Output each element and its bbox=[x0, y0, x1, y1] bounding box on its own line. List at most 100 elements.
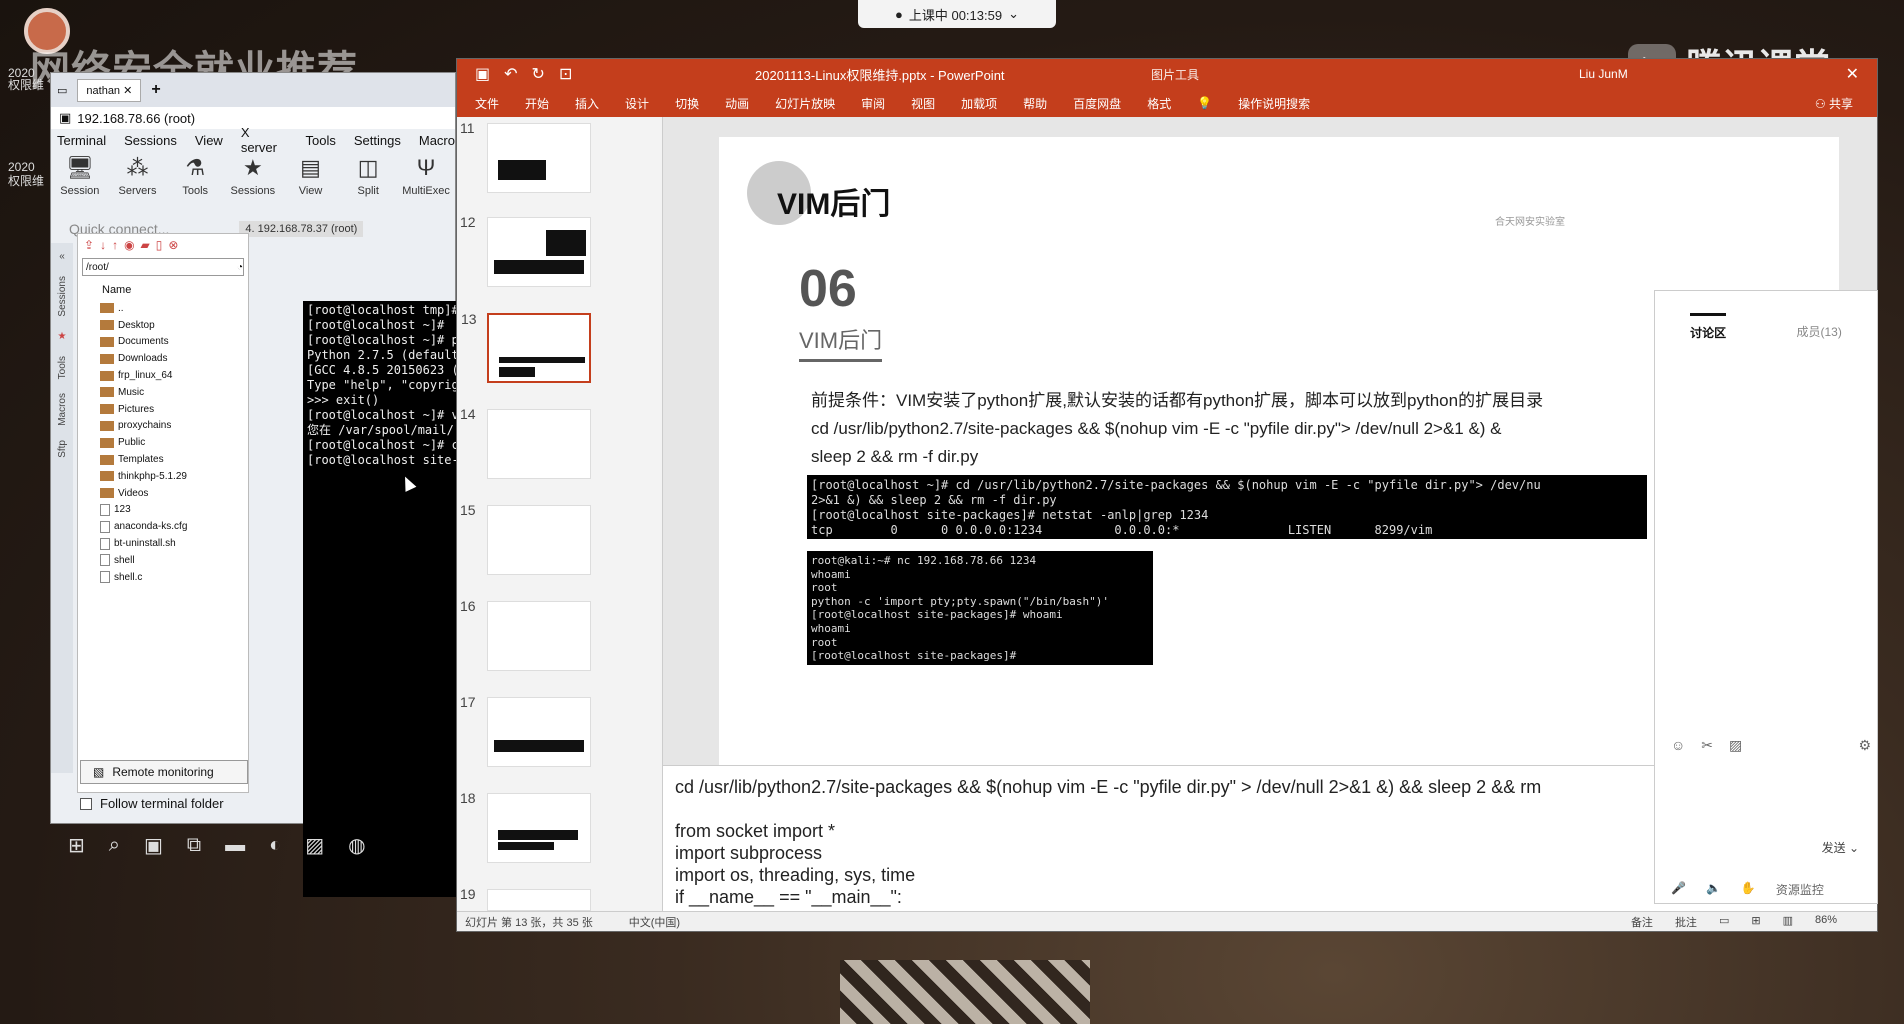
folder-icon[interactable]: ▬ bbox=[225, 834, 245, 857]
upload-icon[interactable]: ⇪ bbox=[84, 238, 94, 252]
servers-button[interactable]: ⁂ Servers bbox=[115, 155, 161, 213]
section-subtitle[interactable]: VIM后门 bbox=[799, 323, 883, 362]
microphone-icon[interactable]: 🎤 bbox=[1671, 881, 1686, 898]
ribbon-tab[interactable]: 格式 bbox=[1147, 95, 1171, 112]
ribbon-tab[interactable]: 切换 bbox=[675, 95, 699, 112]
menu-view[interactable]: View bbox=[195, 133, 223, 148]
sorter-view-icon[interactable]: ⊞ bbox=[1751, 914, 1760, 930]
hand-icon[interactable]: ✋ bbox=[1741, 881, 1756, 898]
menu-sessions[interactable]: Sessions bbox=[124, 133, 177, 148]
tell-me-search[interactable]: 操作说明搜索 bbox=[1238, 95, 1310, 112]
new-folder-icon[interactable]: ▰ bbox=[141, 238, 150, 252]
ribbon-tab[interactable]: 加载项 bbox=[961, 95, 997, 112]
delete-icon[interactable]: ⊗ bbox=[168, 238, 178, 252]
language-indicator[interactable]: 中文(中国) bbox=[629, 914, 680, 930]
menu-tools[interactable]: Tools bbox=[306, 133, 336, 148]
slide-thumbnail[interactable]: 15 bbox=[460, 502, 591, 575]
slide-thumbnail[interactable]: 17 bbox=[460, 694, 591, 767]
notes-button[interactable]: 备注 bbox=[1631, 914, 1653, 930]
desktop-file-label[interactable]: 权限维 bbox=[8, 78, 44, 92]
mobaxterm-task-icon[interactable]: ▣ bbox=[144, 833, 163, 858]
tools-button[interactable]: ⚗ Tools bbox=[172, 155, 218, 213]
remote-monitoring-button[interactable]: ▧ Remote monitoring bbox=[80, 760, 248, 784]
section-number[interactable]: 06 bbox=[799, 259, 857, 319]
ribbon-tab[interactable]: 帮助 bbox=[1023, 95, 1047, 112]
menu-xserver[interactable]: X server bbox=[241, 125, 288, 155]
ribbon-tab[interactable]: 百度网盘 bbox=[1073, 95, 1121, 112]
download-icon[interactable]: ↓ bbox=[100, 238, 106, 252]
file-list-item[interactable]: Documents bbox=[78, 334, 248, 351]
path-go-icon[interactable]: ◔ bbox=[237, 262, 243, 273]
slide-thumbnail[interactable]: 14 bbox=[460, 406, 591, 479]
menu-settings[interactable]: Settings bbox=[354, 133, 401, 148]
save-icon[interactable]: ▣ bbox=[475, 64, 490, 84]
slide-body-text[interactable]: 前提条件：VIM安装了python扩展,默认安装的话都有python扩展，脚本可… bbox=[811, 387, 1543, 471]
checkbox[interactable] bbox=[80, 797, 92, 810]
follow-folder-checkbox[interactable]: Follow terminal folder bbox=[80, 796, 224, 811]
add-tab-icon[interactable]: + bbox=[151, 81, 160, 99]
send-button[interactable]: 发送 ⌄ bbox=[1822, 839, 1859, 856]
zoom-level[interactable]: 86% bbox=[1815, 914, 1837, 930]
multiexec-button[interactable]: Ψ MultiExec bbox=[402, 155, 450, 213]
slide-thumbnail[interactable]: 19 bbox=[460, 886, 591, 911]
slide-thumbnail[interactable]: 12 bbox=[460, 214, 591, 287]
resource-monitor[interactable]: 资源监控 bbox=[1776, 881, 1824, 898]
normal-view-icon[interactable]: ▭ bbox=[1719, 914, 1729, 930]
file-list-item[interactable]: Music bbox=[78, 384, 248, 401]
file-list-item[interactable]: proxychains bbox=[78, 418, 248, 435]
file-list-item[interactable]: Public bbox=[78, 434, 248, 451]
slide-title[interactable]: VIM后门 bbox=[777, 179, 890, 223]
side-tab-macros[interactable]: Macros bbox=[57, 393, 68, 426]
slide-thumbnail[interactable]: 18 bbox=[460, 790, 591, 863]
user-name[interactable]: Liu JunM bbox=[1579, 67, 1628, 81]
file-list-item[interactable]: 123 bbox=[78, 502, 248, 519]
undo-icon[interactable]: ↶ bbox=[504, 64, 517, 84]
close-icon[interactable]: ✕ bbox=[1846, 64, 1859, 84]
moba-tab[interactable]: nathan ✕ bbox=[77, 78, 142, 102]
terminal-tab[interactable]: 4. 192.168.78.37 (root) bbox=[239, 221, 364, 237]
ribbon-tab[interactable]: 视图 bbox=[911, 95, 935, 112]
speaker-icon[interactable]: 🔈 bbox=[1706, 881, 1721, 898]
ribbon-tab[interactable]: 设计 bbox=[625, 95, 649, 112]
slide-thumbnail-selected[interactable]: 13 bbox=[461, 311, 591, 383]
ribbon-tab[interactable]: 开始 bbox=[525, 95, 549, 112]
menu-terminal[interactable]: Terminal bbox=[57, 133, 106, 148]
present-icon[interactable]: ⊡ bbox=[559, 64, 572, 84]
file-list-item[interactable]: Pictures bbox=[78, 401, 248, 418]
ribbon-tab[interactable]: 动画 bbox=[725, 95, 749, 112]
reading-view-icon[interactable]: ▥ bbox=[1783, 914, 1793, 930]
path-field[interactable]: /root/ ◔ bbox=[82, 258, 244, 276]
ribbon-tab[interactable]: 审阅 bbox=[861, 95, 885, 112]
tab-members[interactable]: 成员(13) bbox=[1796, 315, 1841, 340]
app-icon[interactable]: ◍ bbox=[348, 833, 365, 858]
file-list-item[interactable]: shell.c bbox=[78, 569, 248, 586]
refresh-icon[interactable]: ◉ bbox=[124, 238, 134, 252]
kali-terminal-screenshot-image[interactable]: root@kali:~# nc 192.168.78.66 1234 whoam… bbox=[807, 551, 1153, 665]
comments-button[interactable]: 批注 bbox=[1675, 914, 1697, 930]
collapse-icon[interactable]: « bbox=[59, 251, 65, 262]
emoji-icon[interactable]: ☺ bbox=[1671, 737, 1685, 754]
new-file-icon[interactable]: ▯ bbox=[156, 238, 163, 252]
split-button[interactable]: ◫ Split bbox=[345, 155, 391, 213]
ribbon-tab[interactable]: 文件 bbox=[475, 95, 499, 112]
file-list-item[interactable]: Downloads bbox=[78, 350, 248, 367]
desktop-file-label[interactable]: 权限维 bbox=[8, 174, 44, 188]
recording-status-bar[interactable]: ● 上课中 00:13:59 ⌄ bbox=[858, 0, 1056, 28]
redo-icon[interactable]: ↻ bbox=[532, 64, 545, 84]
desktop-file-label[interactable]: 2020 bbox=[8, 160, 35, 174]
view-button[interactable]: ▤ View bbox=[288, 155, 334, 213]
file-list-item[interactable]: frp_linux_64 bbox=[78, 367, 248, 384]
slide-thumbnail[interactable]: 11 bbox=[460, 120, 591, 193]
scissors-icon[interactable]: ✂ bbox=[1701, 737, 1713, 754]
menu-macro[interactable]: Macro bbox=[419, 133, 455, 148]
file-list-item[interactable]: .. bbox=[78, 300, 248, 317]
settings-icon[interactable]: ⚙ bbox=[1858, 737, 1871, 754]
powerpoint-task-icon[interactable]: ▨ bbox=[305, 833, 324, 858]
session-button[interactable]: 🖥 Session bbox=[57, 155, 103, 213]
file-list-item[interactable]: Desktop bbox=[78, 317, 248, 334]
file-list-item[interactable]: Videos bbox=[78, 485, 248, 502]
file-list-item[interactable]: Templates bbox=[78, 451, 248, 468]
tab-discussion[interactable]: 讨论区 bbox=[1690, 313, 1727, 341]
file-list-item[interactable]: anaconda-ks.cfg bbox=[78, 518, 248, 535]
ribbon-tab[interactable]: 幻灯片放映 bbox=[775, 95, 835, 112]
